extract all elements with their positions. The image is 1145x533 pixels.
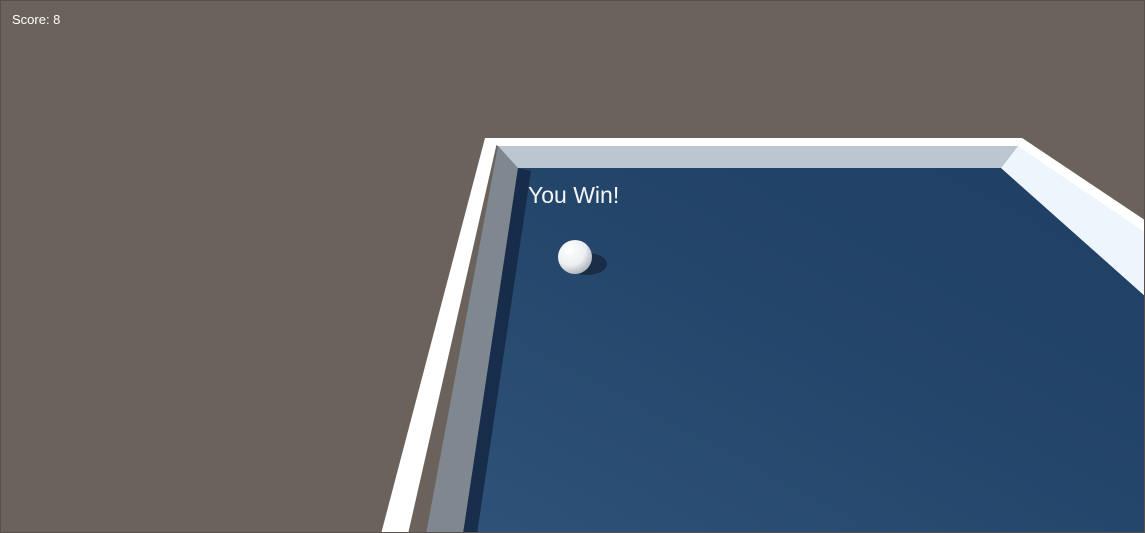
wall-top-back: [485, 138, 1022, 146]
wall-inner-back: [498, 146, 1018, 168]
player-ball: [558, 240, 592, 274]
arena-floor: [463, 168, 1144, 532]
game-viewport: Score: 8 You Win!: [0, 0, 1145, 533]
score-label: Score: 8: [12, 12, 61, 27]
win-message: You Win!: [528, 182, 620, 208]
play-area: [381, 138, 1144, 532]
